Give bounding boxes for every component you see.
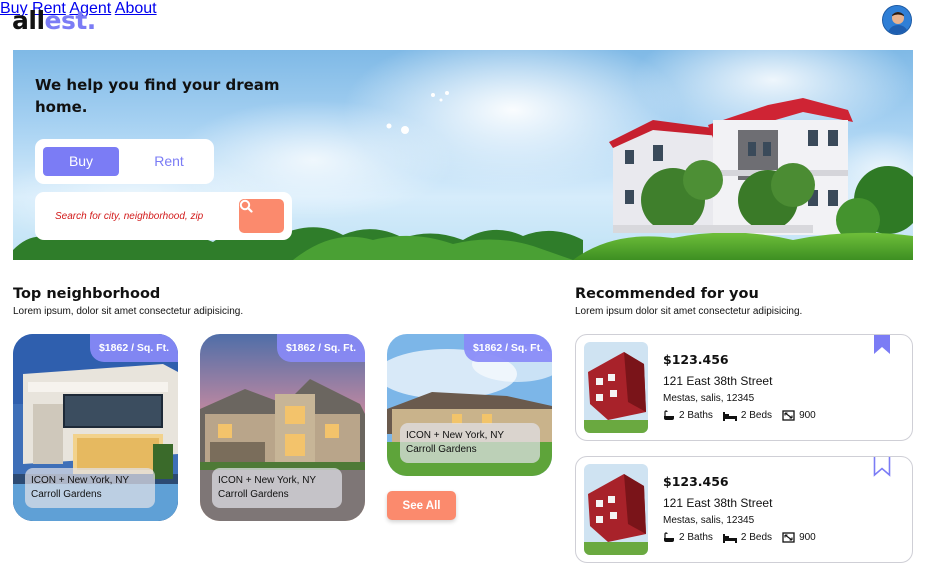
main-nav: Buy Rent Agent About <box>0 0 929 18</box>
area-icon <box>782 532 795 543</box>
location-label: ICON + New York, NY Carroll Gardens <box>400 423 540 463</box>
hero-title: We help you find your dream home. <box>35 76 280 116</box>
location-label: ICON + New York, NY Carroll Gardens <box>25 468 155 508</box>
listing-address: 121 East 38th Street <box>663 374 773 388</box>
listing-address: 121 East 38th Street <box>663 496 773 510</box>
baths-count: 2 Baths <box>679 532 713 543</box>
beds-count: 2 Beds <box>740 532 773 543</box>
nav-about[interactable]: About <box>115 0 157 17</box>
area-feature: 900 <box>782 410 816 421</box>
search-bar <box>35 192 292 240</box>
avatar[interactable] <box>882 5 912 35</box>
bed-icon <box>722 533 737 543</box>
baths-feature: 2 Baths <box>663 410 713 421</box>
listing-price: $123.456 <box>663 474 729 489</box>
baths-feature: 2 Baths <box>663 532 713 543</box>
listing-photo <box>584 342 648 433</box>
bath-icon <box>664 410 674 420</box>
beds-count: 2 Beds <box>740 410 773 421</box>
listing-city: Mestas, salis, 12345 <box>663 515 755 526</box>
header: allest. Buy Rent Agent About <box>0 0 929 44</box>
logo-part-2: est. <box>44 6 97 35</box>
neighborhood-card[interactable]: $1862 / Sq. Ft. ICON + New York, NY Carr… <box>13 334 178 521</box>
area-value: 900 <box>799 410 816 421</box>
listing-photo <box>584 464 648 555</box>
search-icon <box>239 199 253 213</box>
neighborhood-card[interactable]: $1862 / Sq. Ft. ICON + New York, NY Carr… <box>200 334 365 521</box>
search-input[interactable] <box>55 207 215 225</box>
listing-card[interactable]: $123.456 121 East 38th Street Mestas, sa… <box>575 334 913 441</box>
location-line-1: ICON + New York, NY <box>218 475 317 486</box>
beds-feature: 2 Beds <box>722 410 773 421</box>
buy-rent-tabs: Buy Rent <box>35 139 214 184</box>
logo[interactable]: allest. <box>12 6 96 35</box>
beds-feature: 2 Beds <box>722 532 773 543</box>
tab-buy[interactable]: Buy <box>43 147 119 176</box>
recommended-title: Recommended for you <box>575 286 759 302</box>
hero-banner: We help you find your dream home. Buy Re… <box>13 50 913 260</box>
bookmark-icon[interactable] <box>873 334 891 355</box>
listing-city: Mestas, salis, 12345 <box>663 393 755 404</box>
price-tag: $1862 / Sq. Ft. <box>89 334 178 362</box>
price-tag: $1862 / Sq. Ft. <box>463 334 552 362</box>
location-line-1: ICON + New York, NY <box>31 475 130 486</box>
listing-price: $123.456 <box>663 352 729 367</box>
listing-features: 2 Baths 2 Beds 900 <box>663 532 826 543</box>
see-all-button[interactable]: See All <box>387 491 456 520</box>
area-feature: 900 <box>782 532 816 543</box>
area-icon <box>782 410 795 421</box>
location-line-2: Carroll Gardens <box>31 489 102 500</box>
listing-features: 2 Baths 2 Beds 900 <box>663 410 826 421</box>
recommended-subtitle: Lorem ipsum dolor sit amet consectetur a… <box>575 306 803 317</box>
top-neighborhood-title: Top neighborhood <box>13 286 161 302</box>
logo-part-1: all <box>12 6 45 35</box>
neighborhood-card[interactable]: $1862 / Sq. Ft. ICON + New York, NY Carr… <box>387 334 552 476</box>
bed-icon <box>722 411 737 421</box>
bookmark-icon[interactable] <box>873 456 891 477</box>
location-line-2: Carroll Gardens <box>218 489 289 500</box>
baths-count: 2 Baths <box>679 410 713 421</box>
location-line-2: Carroll Gardens <box>406 444 477 455</box>
bath-icon <box>664 532 674 542</box>
location-label: ICON + New York, NY Carroll Gardens <box>212 468 342 508</box>
location-line-1: ICON + New York, NY <box>406 430 505 441</box>
listing-card[interactable]: $123.456 121 East 38th Street Mestas, sa… <box>575 456 913 563</box>
tab-rent[interactable]: Rent <box>131 147 207 176</box>
area-value: 900 <box>799 532 816 543</box>
search-button[interactable] <box>239 199 284 233</box>
price-tag: $1862 / Sq. Ft. <box>276 334 365 362</box>
top-neighborhood-subtitle: Lorem ipsum, dolor sit amet consectetur … <box>13 306 244 317</box>
